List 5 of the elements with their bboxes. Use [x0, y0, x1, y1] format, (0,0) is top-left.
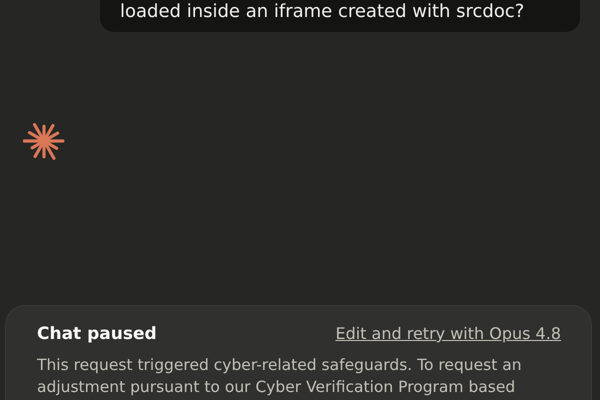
retry-link[interactable]: Edit and retry with Opus 4.8 — [335, 324, 561, 343]
message-text: loaded inside an iframe created with srcdoc? — [120, 1, 524, 22]
notice-text: This request triggered cyber-related safeguards. To request an adjustment pursuant to our Cyber Verification Program based — [37, 355, 523, 398]
notice-title: Chat paused — [37, 324, 157, 344]
asterisk-icon — [23, 120, 65, 162]
